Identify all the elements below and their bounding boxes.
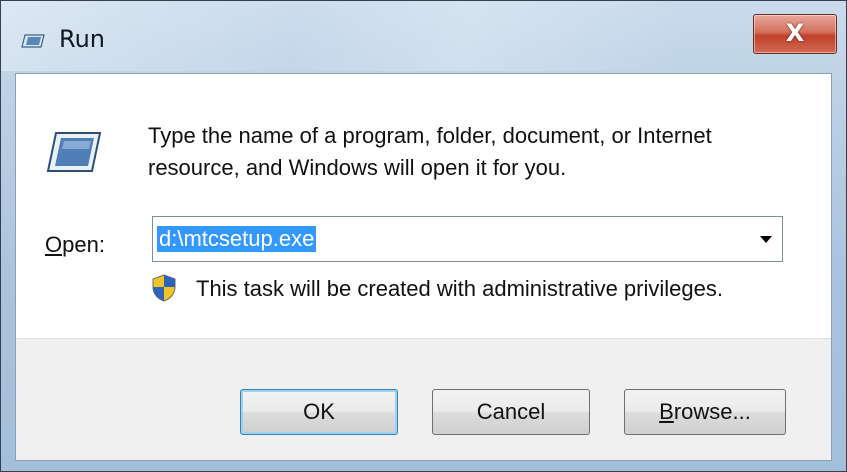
run-icon [46, 132, 102, 172]
window-title: Run [59, 25, 106, 53]
run-dialog-window: Run X Type the name of a program, folder… [0, 0, 847, 472]
dialog-description: Type the name of a program, folder, docu… [148, 123, 712, 180]
run-icon [21, 34, 45, 48]
open-label-text: pen: [62, 232, 105, 257]
chevron-down-icon[interactable] [760, 236, 772, 243]
dialog-content: Type the name of a program, folder, docu… [15, 73, 832, 461]
uac-shield-icon [152, 274, 176, 302]
close-button[interactable]: X [753, 14, 837, 54]
cancel-button[interactable]: Cancel [432, 389, 590, 435]
open-combobox[interactable]: d:\mtcsetup.exe [152, 216, 783, 262]
button-bar: OK Cancel Browse... [16, 338, 831, 460]
open-label-access-key: O [45, 232, 63, 257]
browse-label: rowse... [673, 399, 751, 424]
close-icon: X [785, 19, 805, 47]
ok-button[interactable]: OK [240, 389, 398, 435]
browse-access-key: B [659, 399, 674, 424]
open-label: Open: [45, 232, 105, 258]
browse-button[interactable]: Browse... [624, 389, 786, 435]
admin-privileges-note: This task will be created with administr… [196, 276, 723, 301]
open-input-value[interactable]: d:\mtcsetup.exe [157, 226, 317, 252]
